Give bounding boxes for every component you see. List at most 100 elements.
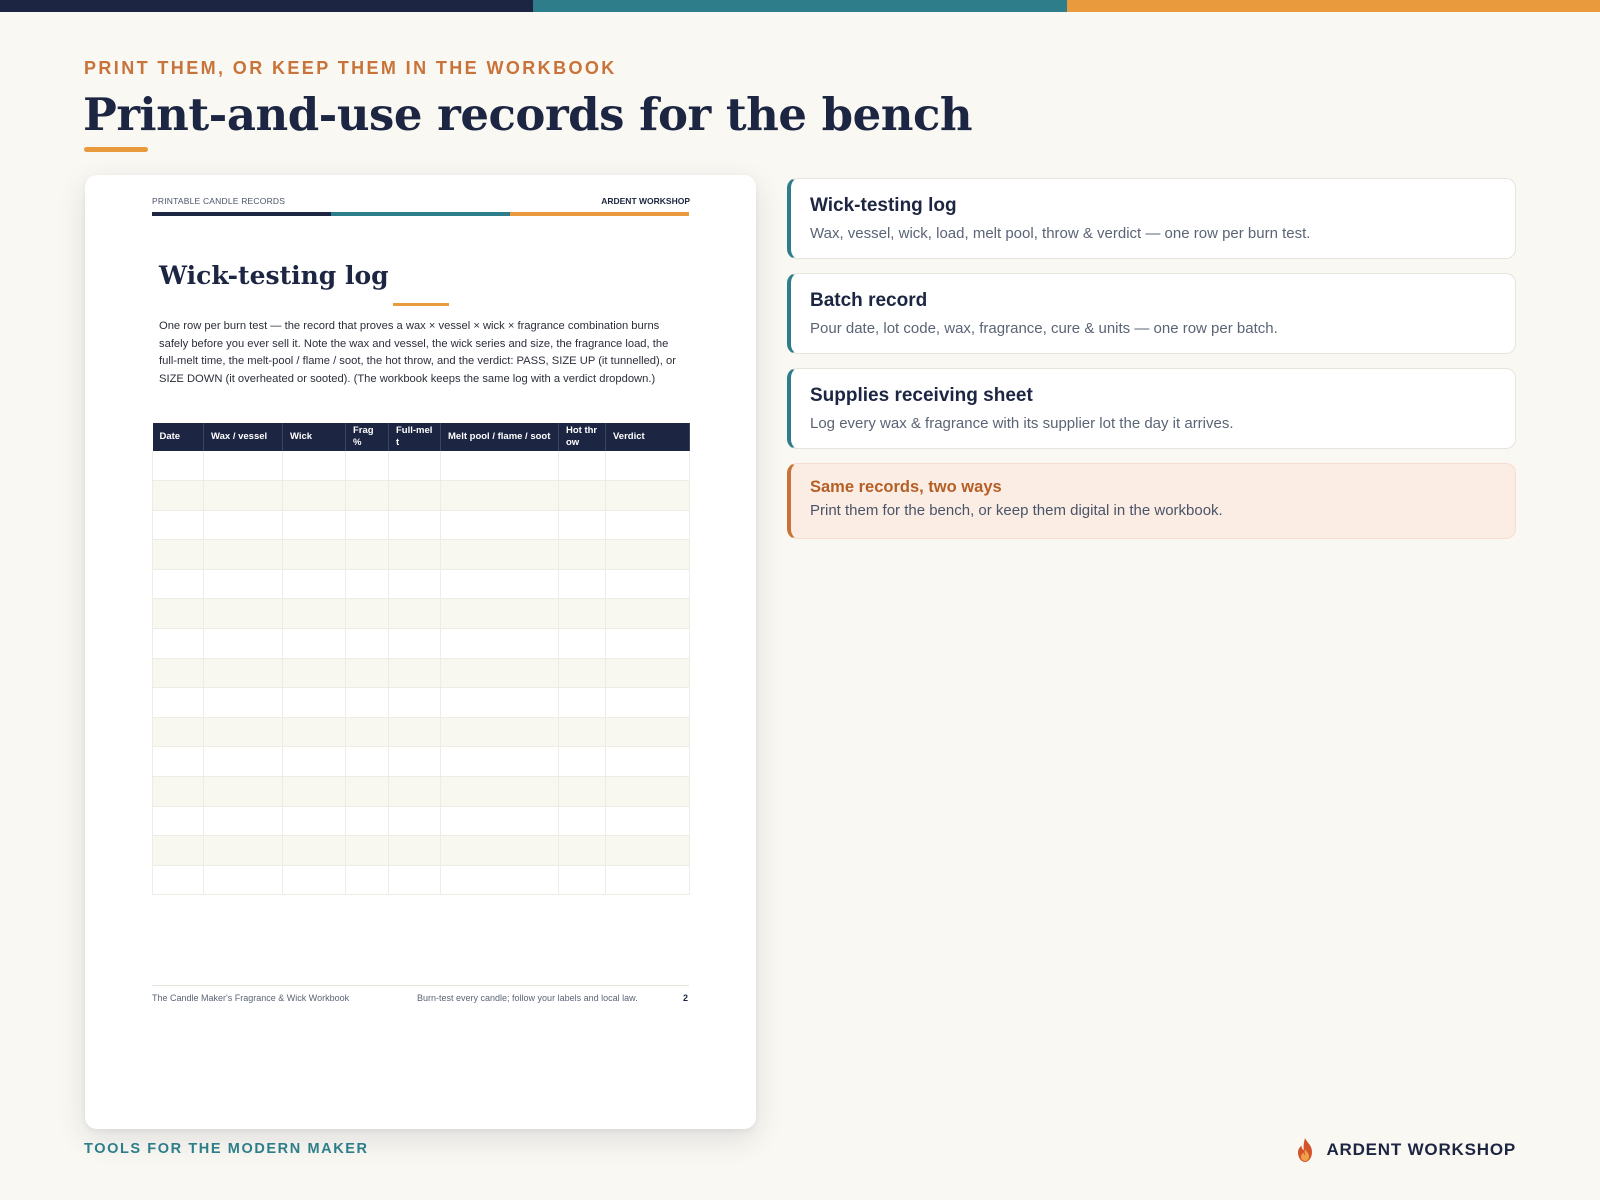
column-header: Date <box>152 423 204 451</box>
table-body <box>152 451 690 896</box>
table-cell <box>203 658 283 689</box>
table-cell <box>558 658 606 689</box>
table-cell <box>152 806 204 837</box>
record-cards: Wick-testing log Wax, vessel, wick, load… <box>787 178 1516 553</box>
table-cell <box>152 835 204 866</box>
doc-stripe-navy <box>152 212 331 216</box>
table-cell <box>605 806 690 837</box>
table-cell <box>282 806 346 837</box>
card-batch-record[interactable]: Batch record Pour date, lot code, wax, f… <box>787 273 1516 354</box>
table-cell <box>605 598 690 630</box>
table-cell <box>388 776 441 807</box>
top-color-stripe <box>0 0 1600 12</box>
table-cell <box>282 776 346 807</box>
table-cell <box>440 746 559 778</box>
footer-tagline: TOOLS FOR THE MODERN MAKER <box>84 1141 369 1157</box>
table-cell <box>605 480 690 511</box>
table-row <box>152 776 690 807</box>
table-cell <box>152 687 204 718</box>
table-cell <box>203 835 283 866</box>
table-row <box>152 806 690 837</box>
table-row <box>152 658 690 689</box>
column-header: Full-melt <box>388 423 441 451</box>
table-cell <box>440 865 559 896</box>
table-cell <box>605 717 690 748</box>
table-cell <box>388 835 441 866</box>
table-cell <box>558 865 606 896</box>
table-cell <box>605 569 690 600</box>
doc-stripe-teal <box>331 212 510 216</box>
document-color-stripe <box>152 212 689 216</box>
card-supplies-receiving-sheet[interactable]: Supplies receiving sheet Log every wax &… <box>787 368 1516 449</box>
document-body-text: One row per burn test — the record that … <box>159 320 676 385</box>
table-cell <box>605 628 690 659</box>
table-cell <box>345 480 389 511</box>
table-cell <box>605 539 690 570</box>
column-header: Melt pool / flame / soot <box>440 423 559 451</box>
column-header: Frag % <box>345 423 389 451</box>
table-cell <box>152 598 204 630</box>
brand-name: ARDENT WORKSHOP <box>1326 1140 1516 1159</box>
footer-brand: ARDENT WORKSHOP <box>1294 1137 1516 1163</box>
table-cell <box>345 658 389 689</box>
table-cell <box>345 717 389 748</box>
table-cell <box>558 806 606 837</box>
table-cell <box>282 835 346 866</box>
table-cell <box>152 865 204 896</box>
table-cell <box>203 806 283 837</box>
card-description: Log every wax & fragrance with its suppl… <box>810 415 1234 432</box>
table-cell <box>558 451 606 482</box>
table-cell <box>282 658 346 689</box>
document-footer-title: The Candle Maker's Fragrance & Wick Work… <box>152 993 350 1003</box>
card-title: Supplies receiving sheet <box>810 385 1033 406</box>
table-cell <box>152 539 204 570</box>
table-cell <box>345 510 389 541</box>
table-cell <box>152 480 204 511</box>
table-cell <box>203 451 283 482</box>
table-cell <box>203 865 283 896</box>
table-cell <box>345 835 389 866</box>
table-cell <box>345 865 389 896</box>
table-cell <box>345 539 389 570</box>
column-header: Verdict <box>605 423 690 451</box>
table-cell <box>558 480 606 511</box>
table-cell <box>558 598 606 630</box>
document-title-underline <box>393 303 449 306</box>
table-cell <box>605 776 690 807</box>
table-cell <box>388 865 441 896</box>
table-cell <box>203 717 283 748</box>
table-cell <box>203 746 283 778</box>
doc-stripe-orange <box>510 212 689 216</box>
table-cell <box>282 746 346 778</box>
card-wick-testing-log[interactable]: Wick-testing log Wax, vessel, wick, load… <box>787 178 1516 259</box>
column-header: Wick <box>282 423 346 451</box>
table-cell <box>440 510 559 541</box>
document-header-brand: ARDENT WORKSHOP <box>601 196 690 206</box>
table-cell <box>282 480 346 511</box>
table-cell <box>152 658 204 689</box>
document-title: Wick-testing log <box>159 261 389 290</box>
stripe-teal <box>533 0 1067 12</box>
table-cell <box>282 510 346 541</box>
table-row <box>152 687 690 718</box>
table-cell <box>388 539 441 570</box>
eyebrow-text: PRINT THEM, OR KEEP THEM IN THE WORKBOOK <box>84 58 617 78</box>
table-cell <box>282 865 346 896</box>
table-cell <box>440 480 559 511</box>
table-row <box>152 510 690 541</box>
table-cell <box>203 569 283 600</box>
table-cell <box>388 746 441 778</box>
table-row <box>152 480 690 511</box>
table-cell <box>345 806 389 837</box>
table-cell <box>152 776 204 807</box>
table-cell <box>558 539 606 570</box>
table-cell <box>282 451 346 482</box>
table-cell <box>345 569 389 600</box>
table-cell <box>203 628 283 659</box>
table-cell <box>605 451 690 482</box>
card-title: Batch record <box>810 290 928 311</box>
document-page-number: 2 <box>683 993 689 1003</box>
table-cell <box>203 687 283 718</box>
table-cell <box>440 598 559 630</box>
table-cell <box>152 628 204 659</box>
